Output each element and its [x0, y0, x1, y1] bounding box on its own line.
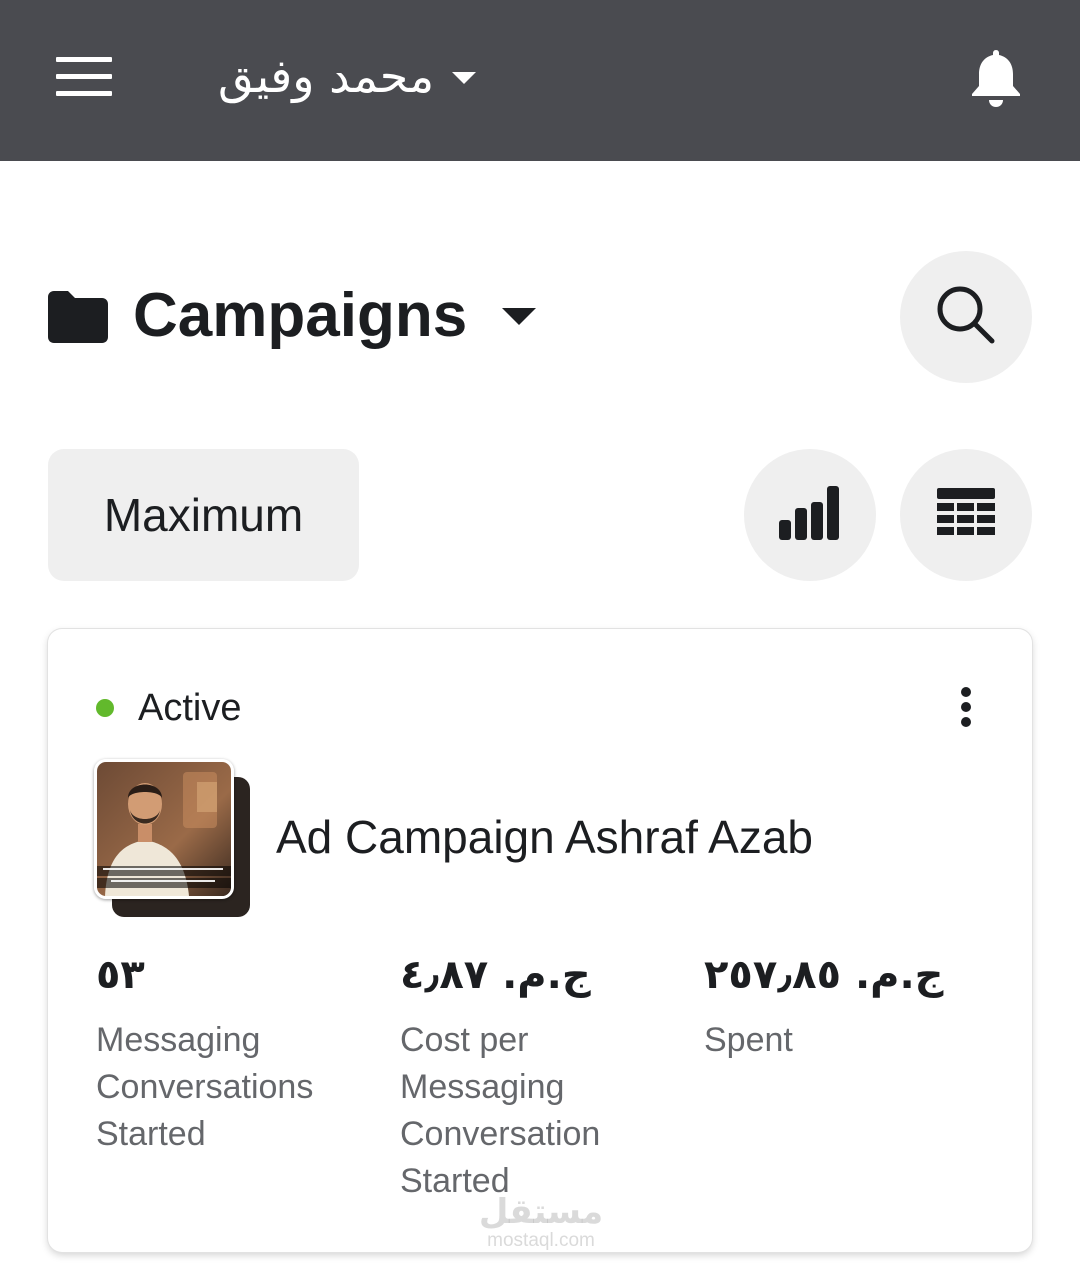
- metric-label: Messaging Conversations Started: [96, 1021, 314, 1153]
- search-button[interactable]: [900, 251, 1032, 383]
- metric-label: Cost per Messaging Conversation Started: [400, 1021, 601, 1200]
- campaign-name[interactable]: Ad Campaign Ashraf Azab: [276, 809, 813, 865]
- status-label: Active: [138, 687, 242, 729]
- metric-cost-per-conversation: ج.م. ٤٫٨٧ Cost per Messaging Conversatio…: [400, 947, 690, 1205]
- date-range-label: Maximum: [103, 489, 304, 541]
- bell-icon[interactable]: [968, 46, 1024, 108]
- metric-value: ٥٣: [96, 952, 145, 998]
- folder-icon: [48, 291, 108, 343]
- account-switcher[interactable]: محمد وفيق: [218, 44, 477, 108]
- hamburger-icon[interactable]: [56, 57, 112, 97]
- metric-spent: ج.م. ٢٥٧٫٨٥ Spent: [704, 947, 994, 1064]
- thumbnail-image: [94, 759, 234, 899]
- metric-value: ج.م. ٤٫٨٧: [400, 952, 591, 998]
- chevron-down-icon: [452, 72, 477, 84]
- search-icon: [934, 283, 998, 352]
- campaign-thumbnail[interactable]: [94, 759, 254, 919]
- campaign-card[interactable]: Active Ad Campaign Ashraf Azab ٥٣ Messag…: [48, 629, 1032, 1252]
- table-icon: [937, 487, 995, 543]
- account-name: محمد وفيق: [218, 49, 435, 103]
- status-dot: [96, 699, 114, 717]
- more-options-icon[interactable]: [948, 681, 984, 733]
- chart-view-button[interactable]: [744, 449, 876, 581]
- watermark-arabic: مستقل: [478, 1192, 604, 1232]
- bar-chart-icon: [779, 485, 841, 545]
- metric-messaging-conversations: ٥٣ Messaging Conversations Started: [96, 947, 386, 1158]
- top-bar: محمد وفيق: [0, 0, 1080, 161]
- metric-value: ج.م. ٢٥٧٫٨٥: [704, 952, 944, 998]
- watermark-latin: mostaql.com: [487, 1230, 595, 1251]
- columns-button[interactable]: [900, 449, 1032, 581]
- date-range-button[interactable]: Maximum: [48, 449, 359, 581]
- page-title[interactable]: Campaigns: [133, 278, 467, 354]
- metric-label: Spent: [704, 1021, 793, 1059]
- watermark: مستقل mostaql.com: [474, 1193, 608, 1251]
- chevron-down-icon[interactable]: [502, 308, 536, 325]
